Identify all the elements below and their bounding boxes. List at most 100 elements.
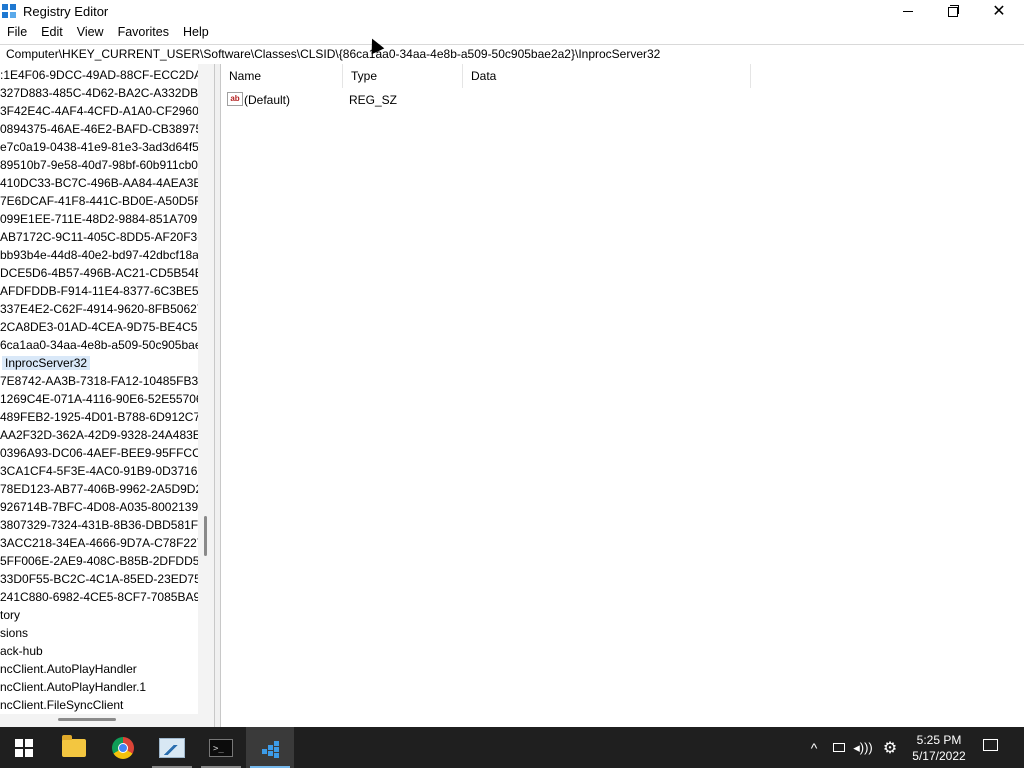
- tree-item[interactable]: 6ca1aa0-34aa-4e8b-a509-50c905bae2a: [0, 336, 198, 354]
- address-path[interactable]: Computer\HKEY_CURRENT_USER\Software\Clas…: [6, 47, 660, 61]
- clock-time: 5:25 PM: [916, 733, 962, 747]
- command-prompt-icon: >_: [209, 738, 233, 757]
- tree-item-label: 3807329-7324-431B-8B36-DBD581F56: [0, 518, 198, 532]
- tree-item[interactable]: 0396A93-DC06-4AEF-BEE9-95FFCCAE: [0, 444, 198, 462]
- performance-monitor-icon: [159, 737, 185, 758]
- notification-icon[interactable]: [983, 739, 998, 751]
- tree-item[interactable]: ack-hub: [0, 642, 198, 660]
- tree-item[interactable]: ncClient.AutoPlayHandler: [0, 660, 198, 678]
- tree-item[interactable]: AFDFDDB-F914-11E4-8377-6C3BE50D9: [0, 282, 198, 300]
- tree-item[interactable]: tory: [0, 606, 198, 624]
- tree-vertical-scrollbar[interactable]: [198, 64, 214, 714]
- values-pane[interactable]: Name Type Data ab (Default) REG_SZ: [220, 64, 1024, 727]
- tree-item-label: 89510b7-9e58-40d7-98bf-60b911cb0e: [0, 158, 198, 172]
- tree-item[interactable]: 3807329-7324-431B-8B36-DBD581F56: [0, 516, 198, 534]
- taskbar-performance-monitor[interactable]: [148, 727, 196, 768]
- close-button[interactable]: ✕: [976, 0, 1022, 23]
- tree-item[interactable]: 0894375-46AE-46E2-BAFD-CB38975CD: [0, 120, 198, 138]
- tree-item[interactable]: 926714B-7BFC-4D08-A035-80021395F: [0, 498, 198, 516]
- tree-item[interactable]: 33D0F55-BC2C-4C1A-85ED-23ED75B5: [0, 570, 198, 588]
- tree-item-label: ncClient.AutoPlayHandler: [0, 662, 137, 676]
- taskbar-chrome[interactable]: [99, 727, 147, 768]
- menu-bar: File Edit View Favorites Help: [0, 23, 1024, 43]
- tree-item[interactable]: AB7172C-9C11-405C-8DD5-AF20F360: [0, 228, 198, 246]
- restore-button[interactable]: [930, 0, 976, 23]
- menu-favorites[interactable]: Favorites: [111, 23, 176, 43]
- title-bar: Registry Editor ✕: [0, 0, 1024, 23]
- settings-gear-icon[interactable]: ⚙: [879, 727, 901, 768]
- tree-item[interactable]: 410DC33-BC7C-496B-AA84-4AEA3EEE: [0, 174, 198, 192]
- tree-item[interactable]: 241C880-6982-4CE5-8CF7-7085BA96D: [0, 588, 198, 606]
- tree-item[interactable]: 5FF006E-2AE9-408C-B85B-2DFDD544: [0, 552, 198, 570]
- taskbar-file-explorer[interactable]: [50, 727, 98, 768]
- show-hidden-icons-button[interactable]: ^: [805, 727, 823, 768]
- tree-item-label: 78ED123-AB77-406B-9962-2A5D9D2F: [0, 482, 198, 496]
- address-bar[interactable]: Computer\HKEY_CURRENT_USER\Software\Clas…: [0, 44, 1024, 65]
- tree-item-label: 0396A93-DC06-4AEF-BEE9-95FFCCAE: [0, 446, 198, 460]
- tree-item[interactable]: 2CA8DE3-01AD-4CEA-9D75-BE4C5181: [0, 318, 198, 336]
- tree-item[interactable]: 099E1EE-711E-48D2-9884-851A709F54: [0, 210, 198, 228]
- taskbar: >_ ^ ◂))) ⚙ 5:25 PM 5/17/2022: [0, 727, 1024, 768]
- tree-item[interactable]: ncClient.AutoPlayHandler.1: [0, 678, 198, 696]
- tree-item-label: :1E4F06-9DCC-49AD-88CF-ECC2DA31: [0, 68, 198, 82]
- start-button[interactable]: [0, 727, 48, 768]
- taskbar-command-prompt[interactable]: >_: [197, 727, 245, 768]
- tree-item-label: ack-hub: [0, 644, 43, 658]
- tree-item[interactable]: 3F42E4C-4AF4-4CFD-A1A0-CF2960B8: [0, 102, 198, 120]
- value-row[interactable]: ab (Default) REG_SZ: [221, 90, 751, 109]
- tree-item[interactable]: 7E6DCAF-41F8-441C-BD0E-A50D5FE6: [0, 192, 198, 210]
- tree-item-label: 3ACC218-34EA-4666-9D7A-C78F2274: [0, 536, 198, 550]
- menu-view[interactable]: View: [70, 23, 111, 43]
- tree-item-label: 0894375-46AE-46E2-BAFD-CB38975CD: [0, 122, 198, 136]
- window-title: Registry Editor: [23, 4, 109, 19]
- key-tree-pane[interactable]: :1E4F06-9DCC-49AD-88CF-ECC2DA31 327D883-4…: [0, 64, 215, 727]
- tree-item-label: 6ca1aa0-34aa-4e8b-a509-50c905bae2a: [0, 338, 198, 352]
- tree-item[interactable]: 337E4E2-C62F-4914-9620-8FB5062718: [0, 300, 198, 318]
- tree-item-label: AB7172C-9C11-405C-8DD5-AF20F360: [0, 230, 198, 244]
- tree-item-label: AA2F32D-362A-42D9-9328-24A483E2C: [0, 428, 198, 442]
- tree-item-label: 5FF006E-2AE9-408C-B85B-2DFDD544: [0, 554, 198, 568]
- tree-item[interactable]: 489FEB2-1925-4D01-B788-6D912C70F7: [0, 408, 198, 426]
- tree-item[interactable]: 7E8742-AA3B-7318-FA12-10485FB322: [0, 372, 198, 390]
- tree-item-label: bb93b4e-44d8-40e2-bd97-42dbcf18a4: [0, 248, 198, 262]
- tree-item[interactable]: 3CA1CF4-5F3E-4AC0-91B9-0D3716E1: [0, 462, 198, 480]
- chevron-up-icon: ^: [810, 739, 818, 756]
- column-header-type[interactable]: Type: [343, 64, 463, 88]
- tree-item-selected[interactable]: InprocServer32: [0, 354, 198, 372]
- taskbar-clock[interactable]: 5:25 PM 5/17/2022: [903, 732, 975, 764]
- tree-item[interactable]: DCE5D6-4B57-496B-AC21-CD5B54EB: [0, 264, 198, 282]
- network-icon[interactable]: [828, 727, 850, 768]
- tree-horizontal-scrollbar[interactable]: [0, 714, 214, 727]
- menu-edit[interactable]: Edit: [34, 23, 70, 43]
- tree-item[interactable]: 78ED123-AB77-406B-9962-2A5D9D2F: [0, 480, 198, 498]
- clock-date: 5/17/2022: [912, 749, 966, 763]
- tree-item-label: sions: [0, 626, 29, 640]
- tree-item[interactable]: AA2F32D-362A-42D9-9328-24A483E2C: [0, 426, 198, 444]
- tree-item-label: tory: [0, 608, 21, 622]
- tree-item[interactable]: :1E4F06-9DCC-49AD-88CF-ECC2DA31: [0, 66, 198, 84]
- taskbar-registry-editor[interactable]: [246, 727, 294, 768]
- value-type: REG_SZ: [349, 93, 398, 107]
- tree-item[interactable]: 89510b7-9e58-40d7-98bf-60b911cb0e: [0, 156, 198, 174]
- tree-vertical-scroll-thumb[interactable]: [204, 516, 207, 556]
- tree-item[interactable]: 1269C4E-071A-4116-90E6-52E557067E: [0, 390, 198, 408]
- tree-item-label: 3F42E4C-4AF4-4CFD-A1A0-CF2960B8: [0, 104, 198, 118]
- tree-item-label: AFDFDDB-F914-11E4-8377-6C3BE50D9: [0, 284, 198, 298]
- tree-item[interactable]: sions: [0, 624, 198, 642]
- tree-item[interactable]: ncClient.FileSyncClient: [0, 696, 198, 714]
- minimize-icon: [903, 11, 913, 12]
- minimize-button[interactable]: [885, 0, 931, 23]
- tree-item-label: 410DC33-BC7C-496B-AA84-4AEA3EEE: [0, 176, 198, 190]
- tree-item[interactable]: bb93b4e-44d8-40e2-bd97-42dbcf18a4: [0, 246, 198, 264]
- volume-icon[interactable]: ◂))): [852, 727, 874, 768]
- tree-item[interactable]: 327D883-485C-4D62-BA2C-A332DBF3: [0, 84, 198, 102]
- menu-help[interactable]: Help: [176, 23, 216, 43]
- column-header-name[interactable]: Name: [221, 64, 343, 88]
- tree-item-label: 241C880-6982-4CE5-8CF7-7085BA96D: [0, 590, 198, 604]
- tree-horizontal-scroll-thumb[interactable]: [58, 718, 116, 721]
- column-header-data[interactable]: Data: [463, 64, 751, 88]
- tree-item[interactable]: 3ACC218-34EA-4666-9D7A-C78F2274: [0, 534, 198, 552]
- tree-item-label: 7E6DCAF-41F8-441C-BD0E-A50D5FE6: [0, 194, 198, 208]
- menu-file[interactable]: File: [0, 23, 34, 43]
- tree-item[interactable]: e7c0a19-0438-41e9-81e3-3ad3d64f55b: [0, 138, 198, 156]
